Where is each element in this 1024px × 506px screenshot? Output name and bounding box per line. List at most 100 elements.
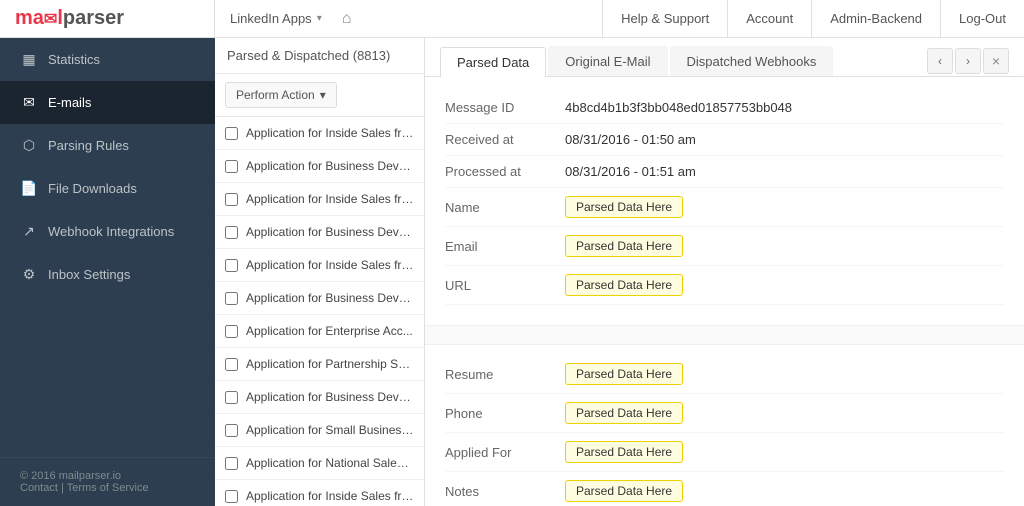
tab-prev-button[interactable]: ‹	[927, 48, 953, 74]
account-nav[interactable]: Account	[727, 0, 811, 37]
email-checkbox[interactable]	[225, 193, 238, 206]
email-item-text: Application for Business Devel...	[246, 291, 414, 305]
help-support-nav[interactable]: Help & Support	[602, 0, 727, 37]
email-checkbox[interactable]	[225, 292, 238, 305]
resume-label: Resume	[445, 367, 565, 382]
detail-row-phone: Phone Parsed Data Here	[445, 394, 1004, 433]
sidebar-item-webhook-integrations[interactable]: ↗ Webhook Integrations	[0, 210, 215, 253]
sidebar-item-file-downloads[interactable]: 📄 File Downloads	[0, 167, 215, 210]
email-checkbox[interactable]	[225, 259, 238, 272]
detail-section-secondary: Resume Parsed Data Here Phone Parsed Dat…	[425, 350, 1024, 506]
admin-backend-nav[interactable]: Admin-Backend	[811, 0, 940, 37]
email-item-text: Application for Business Devel...	[246, 159, 414, 173]
linkedin-apps-label: LinkedIn Apps	[230, 11, 312, 26]
list-item[interactable]: Application for Partnership Sa...	[215, 348, 424, 381]
list-item[interactable]: Application for Inside Sales fro...	[215, 249, 424, 282]
sidebar-item-parsing-rules[interactable]: ⬡ Parsing Rules	[0, 124, 215, 167]
message-id-label: Message ID	[445, 100, 565, 115]
tab-close-button[interactable]: ×	[983, 48, 1009, 74]
sidebar-item-inbox-settings-label: Inbox Settings	[48, 267, 130, 282]
sidebar-item-file-downloads-label: File Downloads	[48, 181, 137, 196]
resume-parsed-badge: Parsed Data Here	[565, 363, 683, 385]
message-id-value: 4b8cd4b1b3f3bb048ed01857753bb048	[565, 100, 792, 115]
applied-for-label: Applied For	[445, 445, 565, 460]
email-item-text: Application for Inside Sales fro...	[246, 192, 414, 206]
email-checkbox[interactable]	[225, 391, 238, 404]
url-label: URL	[445, 278, 565, 293]
list-item[interactable]: Application for Inside Sales fro...	[215, 480, 424, 506]
phone-label: Phone	[445, 406, 565, 421]
tab-parsed-data[interactable]: Parsed Data	[440, 47, 546, 77]
name-label: Name	[445, 200, 565, 215]
settings-icon: ⚙	[20, 266, 38, 283]
detail-row-resume: Resume Parsed Data Here	[445, 355, 1004, 394]
list-item[interactable]: Application for Enterprise Acc...	[215, 315, 424, 348]
copyright-text: © 2016 mailparser.io	[20, 470, 195, 482]
name-parsed-badge: Parsed Data Here	[565, 196, 683, 218]
email-item-text: Application for Enterprise Acc...	[246, 324, 413, 338]
list-item[interactable]: Application for Inside Sales fro...	[215, 117, 424, 150]
sidebar-item-emails[interactable]: ✉ E-mails	[0, 81, 215, 124]
logo: ma✉lparser	[15, 7, 124, 30]
parsing-rules-icon: ⬡	[20, 137, 38, 154]
email-checkbox[interactable]	[225, 457, 238, 470]
detail-content: Message ID 4b8cd4b1b3f3bb048ed01857753bb…	[425, 77, 1024, 506]
logout-nav[interactable]: Log-Out	[940, 0, 1024, 37]
email-item-text: Application for Small Business...	[246, 423, 414, 437]
list-item[interactable]: Application for Business Devel...	[215, 282, 424, 315]
section-divider	[425, 325, 1024, 345]
processed-at-value: 08/31/2016 - 01:51 am	[565, 164, 696, 179]
list-item[interactable]: Application for Small Business...	[215, 414, 424, 447]
email-list-header: Parsed & Dispatched (8813)	[215, 38, 424, 74]
list-item[interactable]: Application for Business Devel...	[215, 216, 424, 249]
phone-parsed-badge: Parsed Data Here	[565, 402, 683, 424]
logo-area: ma✉lparser	[0, 0, 215, 37]
email-checkbox[interactable]	[225, 127, 238, 140]
detail-row-url: URL Parsed Data Here	[445, 266, 1004, 305]
email-item-text: Application for Business Devel...	[246, 390, 414, 404]
list-item[interactable]: Application for Business Devel...	[215, 381, 424, 414]
email-checkbox[interactable]	[225, 490, 238, 503]
dropdown-arrow-icon: ▾	[320, 88, 326, 102]
statistics-icon: ▦	[20, 51, 38, 68]
detail-row-message-id: Message ID 4b8cd4b1b3f3bb048ed01857753bb…	[445, 92, 1004, 124]
terms-link[interactable]: Terms of Service	[67, 482, 149, 494]
sidebar-item-statistics[interactable]: ▦ Statistics	[0, 38, 215, 81]
sidebar-item-parsing-rules-label: Parsing Rules	[48, 138, 129, 153]
email-checkbox[interactable]	[225, 325, 238, 338]
email-item-text: Application for Inside Sales fro...	[246, 126, 414, 140]
file-downloads-icon: 📄	[20, 180, 38, 197]
tab-original-email[interactable]: Original E-Mail	[548, 46, 667, 76]
tab-dispatched-webhooks[interactable]: Dispatched Webhooks	[670, 46, 834, 76]
perform-action-label: Perform Action	[236, 88, 315, 102]
linkedin-apps-dropdown[interactable]: LinkedIn Apps ▾	[230, 11, 322, 26]
email-checkbox[interactable]	[225, 160, 238, 173]
applied-for-parsed-badge: Parsed Data Here	[565, 441, 683, 463]
sidebar-item-inbox-settings[interactable]: ⚙ Inbox Settings	[0, 253, 215, 296]
email-parsed-badge: Parsed Data Here	[565, 235, 683, 257]
main-layout: ▦ Statistics ✉ E-mails ⬡ Parsing Rules 📄…	[0, 38, 1024, 506]
detail-row-processed: Processed at 08/31/2016 - 01:51 am	[445, 156, 1004, 188]
url-parsed-badge: Parsed Data Here	[565, 274, 683, 296]
nav-right: Help & Support Account Admin-Backend Log…	[602, 0, 1024, 37]
list-item[interactable]: Application for National Sales ...	[215, 447, 424, 480]
webhook-icon: ↗	[20, 223, 38, 240]
list-item[interactable]: Application for Business Devel...	[215, 150, 424, 183]
detail-panel: Parsed Data Original E-Mail Dispatched W…	[425, 38, 1024, 506]
tab-next-button[interactable]: ›	[955, 48, 981, 74]
top-nav: ma✉lparser LinkedIn Apps ▾ ⌂ Help & Supp…	[0, 0, 1024, 38]
perform-action-button[interactable]: Perform Action ▾	[225, 82, 337, 108]
received-at-label: Received at	[445, 132, 565, 147]
email-label: Email	[445, 239, 565, 254]
chevron-down-icon: ▾	[317, 13, 322, 24]
detail-tabs: Parsed Data Original E-Mail Dispatched W…	[425, 38, 1024, 77]
email-checkbox[interactable]	[225, 358, 238, 371]
email-checkbox[interactable]	[225, 424, 238, 437]
email-checkbox[interactable]	[225, 226, 238, 239]
list-item[interactable]: Application for Inside Sales fro...	[215, 183, 424, 216]
footer-links: Contact | Terms of Service	[20, 482, 195, 494]
contact-link[interactable]: Contact	[20, 482, 58, 494]
home-icon[interactable]: ⌂	[342, 10, 352, 28]
detail-section-main: Message ID 4b8cd4b1b3f3bb048ed01857753bb…	[425, 87, 1024, 320]
tab-nav-buttons: ‹ › ×	[927, 48, 1009, 74]
